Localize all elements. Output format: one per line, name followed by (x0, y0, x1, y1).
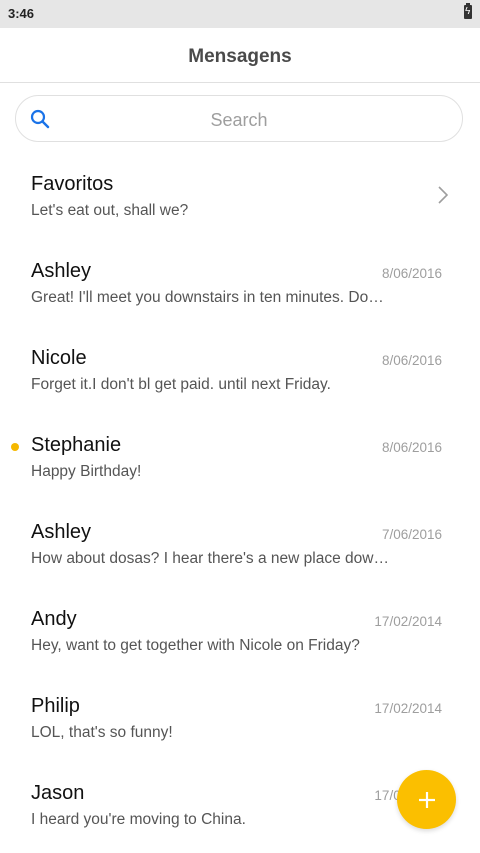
battery-charging-icon: ϟ (464, 3, 472, 19)
app-bar: Mensagens (0, 28, 480, 83)
message-preview: Happy Birthday! (31, 463, 142, 480)
message-preview: Forget it.I don't bl get paid. until nex… (31, 376, 331, 393)
message-date: 8/06/2016 (381, 353, 442, 368)
plus-icon (418, 791, 435, 808)
status-time: 3:46 (8, 6, 35, 21)
chevron-right-icon (438, 186, 448, 204)
conversation-row[interactable]: Philip LOL, that's so funny! 17/02/2014 (0, 677, 480, 764)
unread-dot (11, 443, 19, 451)
contact-name: Favoritos (31, 173, 114, 195)
contact-name: Philip (31, 695, 80, 717)
message-preview: Let's eat out, shall we? (31, 202, 189, 219)
message-date: 7/06/2016 (381, 527, 442, 542)
message-date: 17/02/2014 (374, 614, 442, 629)
conversation-row[interactable]: Andy Hey, want to get together with Nicol… (0, 590, 480, 677)
new-message-button[interactable] (397, 770, 456, 829)
conversation-row[interactable]: Nicole Forget it.I don't bl get paid. unt… (0, 329, 480, 416)
message-preview: Hey, want to get together with Nicole on… (31, 637, 360, 654)
search-input[interactable]: Search (15, 95, 463, 142)
conversation-row[interactable]: Stephanie Happy Birthday! 8/06/2016 (0, 416, 480, 503)
message-preview: LOL, that's so funny! (31, 724, 173, 741)
message-date: 8/06/2016 (381, 266, 442, 281)
search-placeholder: Search (210, 110, 268, 130)
message-preview: Great! I'll meet you downstairs in ten m… (31, 289, 391, 306)
contact-name: Andy (31, 608, 77, 630)
conversation-row[interactable]: Favoritos Let's eat out, shall we? (0, 155, 480, 242)
contact-name: Stephanie (31, 434, 122, 456)
contact-name: Jason (31, 782, 85, 804)
message-preview: How about dosas? I hear there's a new pl… (31, 550, 391, 567)
message-date: 17/02/2014 (374, 701, 442, 716)
conversation-row[interactable]: Ashley How about dosas? I hear there's a … (0, 503, 480, 590)
page-title: Mensagens (188, 46, 292, 67)
contact-name: Nicole (31, 347, 87, 369)
message-date: 8/06/2016 (381, 440, 442, 455)
message-preview: I heard you're moving to China. (31, 811, 246, 828)
status-bar: 3:46 ϟ (0, 0, 480, 28)
conversation-row[interactable]: Ashley Great! I'll meet you downstairs in… (0, 242, 480, 329)
conversation-list: Favoritos Let's eat out, shall we? Ashley G… (0, 155, 480, 851)
contact-name: Ashley (31, 260, 92, 282)
contact-name: Ashley (31, 521, 92, 543)
